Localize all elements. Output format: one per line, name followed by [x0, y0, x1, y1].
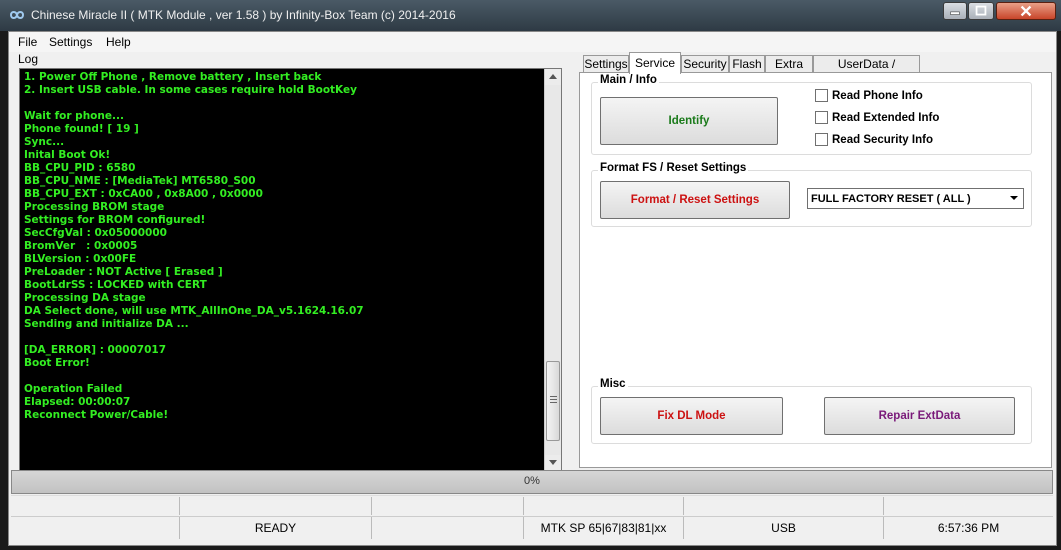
format-group: Format FS / Reset Settings Format / Rese… [591, 162, 1032, 227]
status-state: READY [179, 517, 371, 539]
log-line: Wait for phone... [24, 110, 124, 122]
menu-help[interactable]: Help [106, 35, 131, 49]
log-panel: 1. Power Off Phone , Remove battery , In… [19, 68, 562, 472]
checkbox-box [815, 89, 828, 102]
progress-bar: 0% [11, 470, 1053, 494]
close-button[interactable] [996, 2, 1056, 20]
misc-title: Misc [598, 378, 628, 390]
menu-settings[interactable]: Settings [49, 35, 92, 49]
tab-flash[interactable]: Flash [729, 55, 765, 73]
read-security-info-checkbox[interactable]: Read Security Info [815, 133, 933, 146]
status-platform: MTK SP 65|67|83|81|xx [523, 517, 683, 539]
format-reset-button[interactable]: Format / Reset Settings [600, 181, 790, 219]
scroll-up-icon [549, 74, 557, 79]
log-line: Sync... [24, 136, 65, 148]
grip-icon [550, 396, 557, 397]
log-line: Processing DA stage [24, 292, 146, 304]
log-line: Settings for BROM configured! [24, 214, 206, 226]
log-line: BLVersion : 0x00FE [24, 253, 137, 265]
main-window: File Settings Help Log 1. Power Off Phon… [8, 31, 1057, 546]
log-line: BootLdrSS : LOCKED with CERT [24, 279, 207, 291]
log-line: PreLoader : NOT Active [ Erased ] [24, 266, 223, 278]
log-line: 2. Insert USB cable. In some cases requi… [24, 84, 357, 96]
reset-mode-value: FULL FACTORY RESET ( ALL ) [811, 192, 971, 205]
log-scrollbar[interactable] [544, 69, 561, 471]
log-line: SecCfgVal : 0x05000000 [24, 227, 167, 239]
tab-service[interactable]: Service [629, 52, 681, 74]
log-line: Inital Boot Ok! [24, 149, 111, 161]
scroll-down-button[interactable] [545, 455, 561, 471]
title-bar: Chinese Miracle II ( MTK Module , ver 1.… [0, 0, 1061, 31]
service-tab-panel: Main / Info Identify Read Phone Info Rea… [579, 72, 1052, 468]
scroll-thumb[interactable] [546, 361, 560, 441]
log-line: Phone found! [ 19 ] [24, 123, 139, 135]
log-line: BB_CPU_NME : [MediaTek] MT6580_S00 [24, 175, 256, 187]
status-time: 6:57:36 PM [883, 517, 1053, 539]
status-empty [371, 517, 523, 539]
minimize-button[interactable] [943, 2, 967, 20]
maximize-button[interactable] [968, 2, 994, 20]
scroll-up-button[interactable] [545, 69, 561, 85]
minimize-icon [950, 11, 960, 15]
log-line: 1. Power Off Phone , Remove battery , In… [24, 71, 322, 83]
repair-extdata-button[interactable]: Repair ExtData [824, 397, 1015, 435]
tab-settings[interactable]: Settings [583, 55, 629, 73]
log-line: BromVer : 0x0005 [24, 240, 138, 252]
secondary-status-row [11, 495, 1053, 515]
checkbox-label: Read Extended Info [832, 111, 940, 124]
log-line: Processing BROM stage [24, 201, 165, 213]
menu-file[interactable]: File [18, 35, 37, 49]
log-line: Boot Error! [24, 357, 90, 369]
scroll-down-icon [549, 460, 557, 465]
status-connection: USB [683, 517, 883, 539]
fix-dl-mode-button[interactable]: Fix DL Mode [600, 397, 783, 435]
tab-security[interactable]: Security [681, 55, 729, 73]
maximize-icon [975, 5, 987, 16]
main-info-group: Main / Info Identify Read Phone Info Rea… [591, 74, 1032, 155]
log-line: Elapsed: 00:00:07 [24, 396, 131, 408]
tab-userdata-forensic[interactable]: UserData / Forensic [813, 55, 920, 88]
read-phone-info-checkbox[interactable]: Read Phone Info [815, 89, 923, 102]
log-line: Reconnect Power/Cable! [24, 409, 169, 421]
tab-extra[interactable]: Extra [765, 55, 813, 73]
misc-group: Misc Fix DL Mode Repair ExtData [591, 378, 1032, 444]
menu-bar: File Settings Help [9, 32, 1056, 52]
log-line: DA Select done, will use MTK_AllInOne_DA… [24, 305, 364, 317]
infinity-icon [9, 11, 25, 19]
log-line: BB_CPU_EXT : 0xCA00 , 0x8A00 , 0x0000 [24, 188, 263, 200]
checkbox-label: Read Security Info [832, 133, 933, 146]
identify-button[interactable]: Identify [600, 97, 778, 145]
format-title: Format FS / Reset Settings [598, 162, 749, 174]
progress-text: 0% [524, 475, 540, 487]
log-label: Log [18, 52, 39, 66]
log-text: 1. Power Off Phone , Remove battery , In… [24, 71, 544, 422]
status-bar: READY MTK SP 65|67|83|81|xx USB 6:57:36 … [11, 516, 1053, 539]
checkbox-box [815, 111, 828, 124]
main-info-title: Main / Info [598, 74, 659, 86]
checkbox-box [815, 133, 828, 146]
log-line: BB_CPU_PID : 6580 [24, 162, 136, 174]
read-extended-info-checkbox[interactable]: Read Extended Info [815, 111, 939, 124]
log-line: Operation Failed [24, 383, 123, 395]
reset-mode-select[interactable]: FULL FACTORY RESET ( ALL ) [807, 188, 1024, 209]
log-line: Sending and initialize DA ... [24, 318, 189, 330]
close-icon [1020, 5, 1032, 17]
checkbox-label: Read Phone Info [832, 89, 923, 102]
log-line: [DA_ERROR] : 00007017 [24, 344, 167, 356]
window-title: Chinese Miracle II ( MTK Module , ver 1.… [31, 8, 456, 22]
chevron-down-icon [1010, 196, 1018, 200]
